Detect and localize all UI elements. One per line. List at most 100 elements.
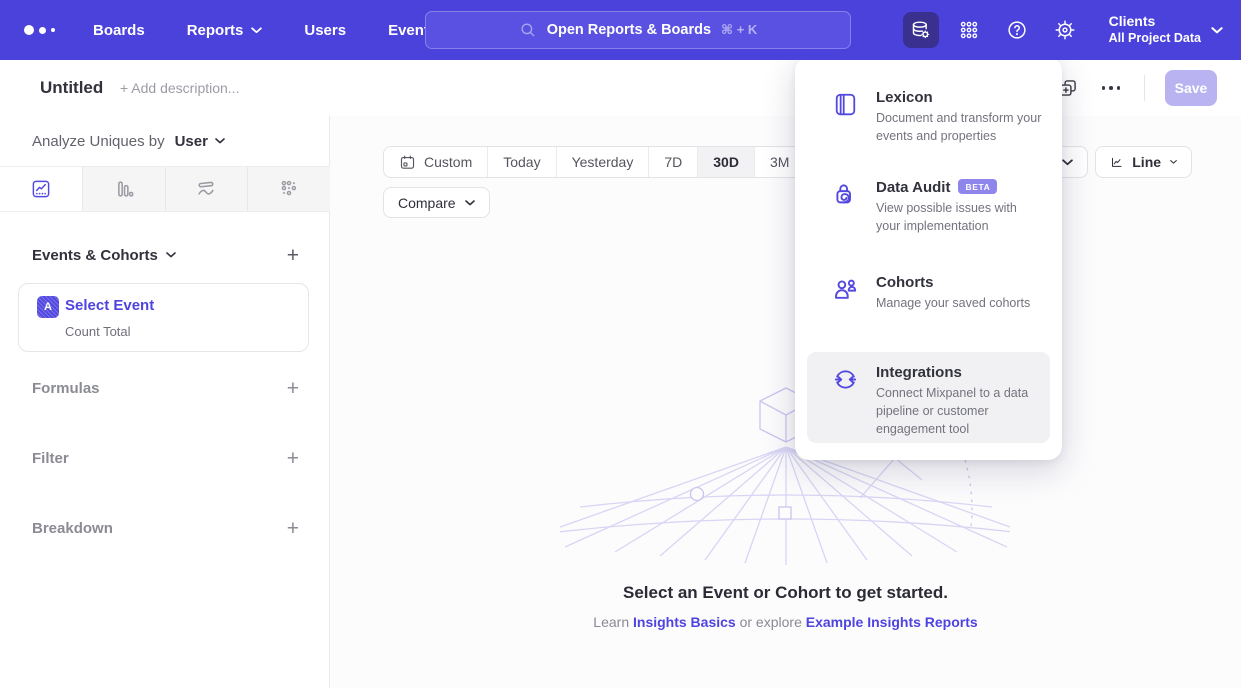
add-description-field[interactable]: + Add description...	[120, 80, 239, 96]
compare-dropdown[interactable]: Compare	[383, 187, 490, 218]
calendar-icon	[399, 154, 416, 171]
gear-icon	[1054, 19, 1076, 41]
empty-state-text: Learn	[593, 614, 629, 630]
date-range-today[interactable]: Today	[487, 147, 555, 177]
formulas-label: Formulas	[32, 380, 100, 397]
apps-grid-icon	[958, 19, 980, 41]
save-button[interactable]: Save	[1165, 70, 1217, 106]
query-sidebar: Analyze Uniques by User	[0, 116, 330, 688]
menu-item-description: View possible issues with your implement…	[876, 200, 1044, 236]
tab-bar-chart[interactable]	[82, 167, 165, 211]
add-formula-button[interactable]: +	[287, 378, 299, 399]
nav-item-label: Reports	[187, 22, 244, 39]
select-event-card[interactable]: A Select Event Count Total	[18, 283, 309, 352]
chart-style-dropdown[interactable]: Line	[1095, 146, 1192, 178]
date-range-7d[interactable]: 7D	[648, 147, 697, 177]
menu-item-cohorts[interactable]: Cohorts Manage your saved cohorts	[832, 274, 1044, 313]
date-range-control: Custom Today Yesterday 7D 30D 3M 6M	[383, 146, 856, 178]
bar-chart-icon	[113, 178, 135, 200]
chevron-down-icon	[215, 138, 225, 144]
date-range-custom[interactable]: Custom	[384, 147, 487, 177]
tab-flow-chart[interactable]	[165, 167, 248, 211]
chevron-down-icon	[1062, 159, 1073, 166]
project-value: All Project Data	[1109, 31, 1201, 47]
data-management-button[interactable]	[903, 12, 939, 48]
book-icon	[832, 91, 859, 118]
date-range-30d[interactable]: 30D	[697, 147, 754, 177]
add-breakdown-button[interactable]: +	[287, 518, 299, 539]
divider	[1144, 75, 1145, 101]
report-header-actions: Save	[1058, 60, 1218, 116]
users-icon	[832, 276, 859, 303]
date-range-label: Today	[503, 154, 540, 170]
more-options-button[interactable]	[1098, 82, 1125, 94]
search-icon	[519, 21, 537, 39]
help-icon	[1006, 19, 1028, 41]
empty-state-text: or explore	[740, 614, 802, 630]
menu-item-lexicon[interactable]: Lexicon Document and transform your even…	[832, 89, 1044, 146]
search-shortcut: ⌘ + K	[721, 22, 757, 38]
line-chart-icon	[1110, 153, 1123, 172]
database-gear-icon	[909, 19, 932, 42]
menu-item-title: Integrations	[876, 364, 962, 381]
formulas-row: Formulas +	[32, 376, 299, 400]
insights-line-icon	[30, 178, 52, 200]
report-title[interactable]: Untitled	[40, 78, 103, 98]
example-reports-link[interactable]: Example Insights Reports	[806, 614, 978, 630]
compare-label: Compare	[398, 195, 456, 211]
breakdown-label: Breakdown	[32, 520, 113, 537]
chart-style-label: Line	[1132, 154, 1161, 170]
analyze-label: Analyze Uniques by	[32, 133, 165, 150]
date-range-label: 3M	[770, 154, 789, 170]
event-badge: A	[37, 296, 59, 318]
analyze-row: Analyze Uniques by User	[32, 116, 225, 166]
menu-item-description: Manage your saved cohorts	[876, 295, 1030, 313]
beta-badge: BETA	[958, 179, 997, 194]
menu-item-data-audit[interactable]: Data Audit BETA View possible issues wit…	[832, 179, 1044, 236]
mixpanel-logo[interactable]	[24, 25, 55, 35]
events-cohorts-dropdown[interactable]: Events & Cohorts	[32, 247, 176, 264]
nav-item-reports[interactable]: Reports	[187, 22, 263, 39]
insights-basics-link[interactable]: Insights Basics	[633, 614, 736, 630]
nav-item-boards[interactable]: Boards	[93, 22, 145, 39]
menu-item-description: Connect Mixpanel to a data pipeline or c…	[876, 385, 1044, 438]
project-selector[interactable]: Clients All Project Data	[1109, 13, 1223, 46]
filter-label: Filter	[32, 450, 69, 467]
events-cohorts-row: Events & Cohorts +	[32, 241, 299, 269]
select-event-label: Select Event	[65, 297, 154, 314]
menu-item-title: Lexicon	[876, 89, 933, 106]
chevron-down-icon	[166, 252, 176, 258]
chart-type-tabs	[0, 166, 330, 212]
tab-metrics-grid[interactable]	[247, 167, 330, 211]
metrics-grid-icon	[278, 178, 300, 200]
filter-row: Filter +	[32, 446, 299, 470]
audit-icon	[832, 181, 859, 208]
date-range-yesterday[interactable]: Yesterday	[556, 147, 649, 177]
date-range-label: 7D	[664, 154, 682, 170]
nav-item-label: Boards	[93, 22, 145, 39]
add-filter-button[interactable]: +	[287, 448, 299, 469]
empty-state-title: Select an Event or Cohort to get started…	[330, 583, 1241, 603]
date-range-label: 30D	[713, 154, 739, 170]
search-label: Open Reports & Boards	[547, 22, 711, 38]
sync-icon	[832, 366, 859, 393]
tab-insights-line[interactable]	[0, 167, 82, 211]
chevron-down-icon	[1211, 27, 1223, 34]
events-cohorts-label: Events & Cohorts	[32, 247, 158, 264]
date-range-label: Custom	[424, 154, 472, 170]
chevron-down-icon	[1170, 159, 1177, 165]
apps-grid-button[interactable]	[951, 12, 987, 48]
menu-item-title: Cohorts	[876, 274, 934, 291]
nav-item-users[interactable]: Users	[304, 22, 346, 39]
add-event-button[interactable]: +	[287, 245, 299, 266]
date-range-label: Yesterday	[572, 154, 634, 170]
menu-item-integrations[interactable]: Integrations Connect Mixpanel to a data …	[832, 364, 1044, 438]
settings-button[interactable]	[1047, 12, 1083, 48]
menu-item-description: Document and transform your events and p…	[876, 110, 1044, 146]
nav-item-label: Users	[304, 22, 346, 39]
flow-chart-icon	[195, 178, 217, 200]
analyze-value-dropdown[interactable]: User	[175, 133, 225, 150]
help-button[interactable]	[999, 12, 1035, 48]
empty-state-subtitle: Learn Insights Basics or explore Example…	[330, 614, 1241, 630]
global-search-button[interactable]: Open Reports & Boards ⌘ + K	[425, 11, 851, 49]
